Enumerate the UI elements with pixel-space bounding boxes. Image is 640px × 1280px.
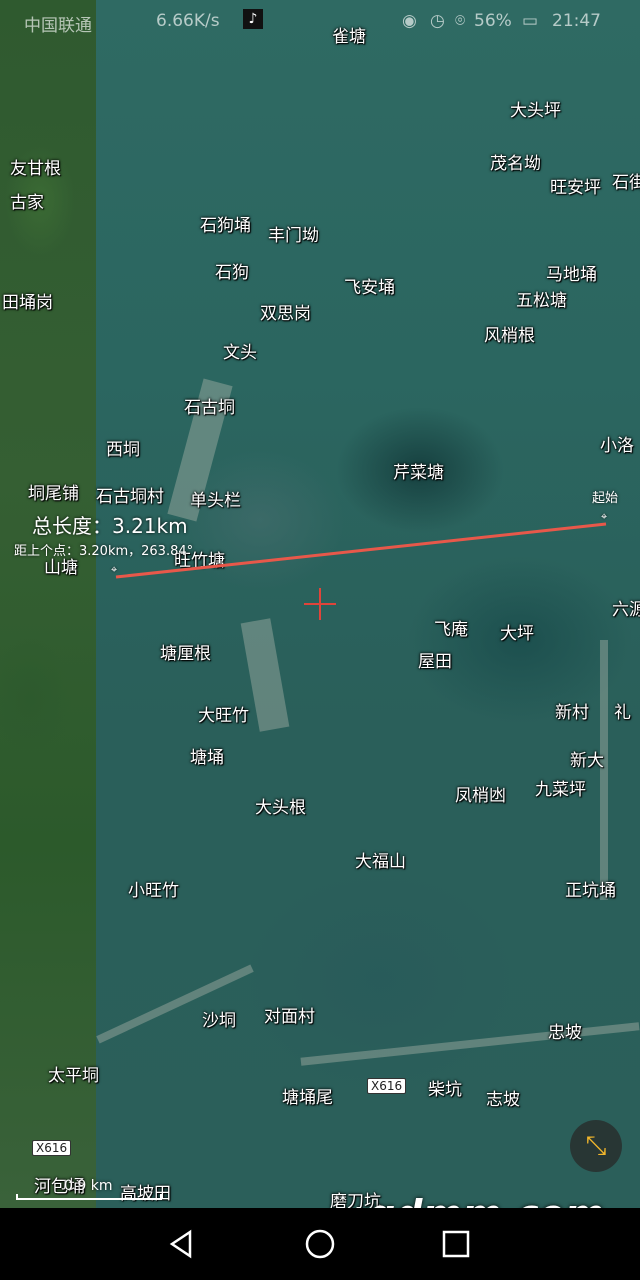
prev-point-distance: 距上个点：3.20km，263.84°: [14, 544, 194, 559]
end-pin-icon[interactable]: ⌖: [111, 563, 117, 577]
watermark: gdmm.com: [368, 1192, 604, 1208]
start-pin-icon[interactable]: ⌖: [601, 510, 607, 524]
battery-icon: ▭: [522, 11, 539, 31]
exit-fullscreen-button[interactable]: ⤡: [570, 1120, 622, 1172]
location-icon: ⌾: [455, 11, 466, 31]
carrier-label: 中国联通: [24, 16, 92, 36]
navigation-bar: [0, 1208, 640, 1280]
battery-percent: 56%: [474, 11, 512, 31]
alarm-icon: ◷: [430, 11, 445, 31]
scale-bar-line: [16, 1194, 162, 1200]
status-bar: 中国联通 6.66K/s ♪ ◉ ◷ ⌾ 56% ▭ 21:47: [0, 0, 640, 44]
network-speed: 6.66K/s: [156, 11, 220, 31]
tiktok-icon: ♪: [243, 9, 263, 29]
satellite-map[interactable]: 雀塘 大头坪 茂名坳 旺安坪 石街 友甘根 古家 石狗埇 丰门坳 石狗 飞安埇 …: [0, 0, 640, 1208]
start-label: 起始: [592, 491, 619, 506]
scale-label: 0.9 km: [64, 1178, 113, 1194]
clock: 21:47: [552, 11, 601, 31]
back-icon[interactable]: [164, 1226, 200, 1262]
eye-icon: ◉: [402, 11, 417, 31]
scale-bar: 0.9 km: [16, 1178, 162, 1200]
home-icon[interactable]: [302, 1226, 338, 1262]
total-length: 总长度：3.21km: [32, 514, 188, 538]
recent-apps-icon[interactable]: [438, 1226, 474, 1262]
crosshair-icon: [304, 588, 336, 620]
